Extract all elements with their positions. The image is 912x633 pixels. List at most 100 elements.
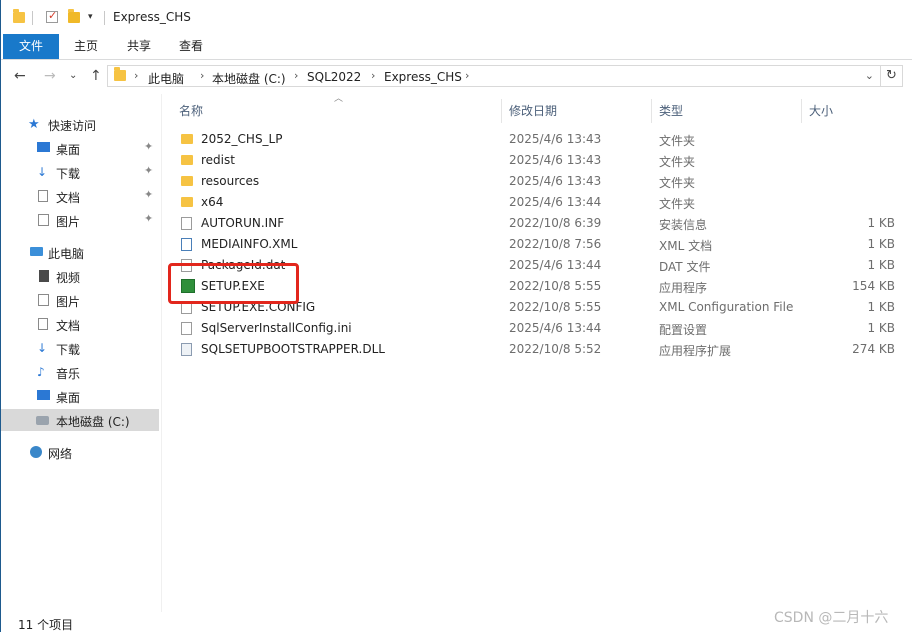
file-type: 应用程序 bbox=[659, 281, 708, 295]
properties-icon[interactable] bbox=[46, 9, 58, 25]
file-size: 154 KB bbox=[852, 279, 895, 293]
sidebar-item-label: 图片 bbox=[56, 215, 81, 229]
file-size: 1 KB bbox=[867, 216, 895, 230]
sidebar-item-network[interactable]: 网络 bbox=[1, 441, 159, 463]
file-row[interactable]: MEDIAINFO.XML 2022/10/8 7:56 XML 文档 1 KB bbox=[173, 234, 903, 255]
address-dropdown-icon[interactable]: ⌄ bbox=[865, 69, 874, 82]
tab-view[interactable]: 查看 bbox=[165, 34, 217, 59]
file-date: 2025/4/6 13:44 bbox=[509, 258, 602, 272]
file-size: 1 KB bbox=[867, 321, 895, 335]
file-name: 2052_CHS_LP bbox=[201, 132, 283, 146]
sidebar-item-label: 下载 bbox=[56, 167, 81, 181]
document-icon bbox=[38, 318, 48, 330]
breadcrumb-sql2022[interactable]: SQL2022 bbox=[307, 70, 361, 84]
watermark: CSDN @二月十六 bbox=[774, 610, 889, 626]
tab-file[interactable]: 文件 bbox=[3, 34, 59, 59]
file-row[interactable]: SqlServerInstallConfig.ini 2025/4/6 13:4… bbox=[173, 318, 903, 339]
sidebar-item-this-pc[interactable]: 此电脑 bbox=[1, 241, 159, 263]
sidebar-item-pictures[interactable]: 图片 ✦ bbox=[1, 209, 159, 231]
file-size: 274 KB bbox=[852, 342, 895, 356]
back-button[interactable]: ← bbox=[14, 68, 26, 84]
star-icon: ★ bbox=[28, 117, 40, 132]
file-row[interactable]: 2052_CHS_LP 2025/4/6 13:43 文件夹 bbox=[173, 129, 903, 150]
sidebar-item-downloads-pc[interactable]: ↓ 下载 bbox=[1, 337, 159, 359]
sidebar-item-documents[interactable]: 文档 ✦ bbox=[1, 185, 159, 207]
column-header-name[interactable]: 名称 bbox=[173, 99, 501, 123]
address-bar[interactable]: › 此电脑 › 本地磁盘 (C:) › SQL2022 › Express_CH… bbox=[107, 65, 881, 87]
file-row[interactable]: resources 2025/4/6 13:43 文件夹 bbox=[173, 171, 903, 192]
sidebar-item-label: 网络 bbox=[48, 447, 73, 461]
sidebar-item-local-disk[interactable]: 本地磁盘 (C:) bbox=[1, 409, 159, 431]
picture-icon bbox=[38, 294, 49, 306]
column-divider[interactable] bbox=[801, 99, 802, 123]
sidebar-item-quick-access[interactable]: ★ 快速访问 bbox=[1, 113, 159, 135]
folder-icon bbox=[181, 176, 193, 186]
sidebar-item-label: 音乐 bbox=[56, 367, 81, 381]
folder-icon bbox=[181, 134, 193, 144]
file-type: 安装信息 bbox=[659, 218, 708, 232]
folder-icon bbox=[181, 197, 193, 207]
sidebar-item-desktop-pc[interactable]: 桌面 bbox=[1, 385, 159, 407]
status-item-count: 11 个项目 bbox=[18, 618, 74, 632]
file-row[interactable]: AUTORUN.INF 2022/10/8 6:39 安装信息 1 KB bbox=[173, 213, 903, 234]
pin-icon[interactable]: ✦ bbox=[144, 164, 153, 177]
up-button[interactable]: ↑ bbox=[90, 68, 102, 84]
pane-divider[interactable] bbox=[161, 94, 162, 612]
file-type: 配置设置 bbox=[659, 323, 708, 337]
column-header-size[interactable]: 大小 bbox=[803, 99, 903, 123]
file-size: 1 KB bbox=[867, 258, 895, 272]
breadcrumb-separator[interactable]: › bbox=[465, 69, 469, 82]
breadcrumb-separator[interactable]: › bbox=[294, 69, 298, 82]
file-row[interactable]: redist 2025/4/6 13:43 文件夹 bbox=[173, 150, 903, 171]
file-name: SqlServerInstallConfig.ini bbox=[201, 321, 352, 335]
sidebar-item-documents-pc[interactable]: 文档 bbox=[1, 313, 159, 335]
column-divider[interactable] bbox=[651, 99, 652, 123]
file-date: 2025/4/6 13:43 bbox=[509, 153, 602, 167]
pin-icon[interactable]: ✦ bbox=[144, 188, 153, 201]
highlight-box bbox=[168, 263, 299, 304]
folder-icon bbox=[13, 8, 25, 25]
column-header-type[interactable]: 类型 bbox=[653, 99, 801, 123]
file-type: 文件夹 bbox=[659, 134, 696, 148]
pin-icon[interactable]: ✦ bbox=[144, 212, 153, 225]
sidebar-item-videos[interactable]: 视频 bbox=[1, 265, 159, 287]
breadcrumb-separator[interactable]: › bbox=[371, 69, 375, 82]
sidebar-item-downloads[interactable]: ↓ 下载 ✦ bbox=[1, 161, 159, 183]
sidebar-item-desktop[interactable]: 桌面 ✦ bbox=[1, 137, 159, 159]
forward-button[interactable]: → bbox=[44, 68, 56, 84]
breadcrumb-separator[interactable]: › bbox=[134, 69, 138, 82]
breadcrumb-separator[interactable]: › bbox=[200, 69, 204, 82]
folder-icon bbox=[114, 67, 126, 81]
file-size: 1 KB bbox=[867, 300, 895, 314]
download-icon: ↓ bbox=[37, 341, 48, 355]
file-type: DAT 文件 bbox=[659, 260, 711, 274]
drive-icon bbox=[36, 416, 49, 425]
tab-home[interactable]: 主页 bbox=[61, 34, 111, 59]
recent-locations-button[interactable]: ⌄ bbox=[69, 70, 77, 81]
setup-info-icon bbox=[181, 217, 192, 230]
file-row[interactable]: x64 2025/4/6 13:44 文件夹 bbox=[173, 192, 903, 213]
sidebar-item-label: 本地磁盘 (C:) bbox=[56, 415, 130, 429]
tab-share[interactable]: 共享 bbox=[113, 34, 165, 59]
new-folder-icon[interactable] bbox=[68, 8, 80, 25]
breadcrumb-local-disk[interactable]: 本地磁盘 (C:) bbox=[212, 70, 286, 87]
file-date: 2025/4/6 13:43 bbox=[509, 174, 602, 188]
window-title: Express_CHS bbox=[113, 10, 191, 24]
navigation-pane: ★ 快速访问 桌面 ✦ ↓ 下载 ✦ 文档 ✦ 图片 ✦ 此电脑 视频 图片 文… bbox=[1, 94, 161, 612]
sidebar-item-label: 此电脑 bbox=[48, 247, 85, 261]
refresh-button[interactable]: ↻ bbox=[881, 65, 903, 87]
file-date: 2025/4/6 13:44 bbox=[509, 321, 602, 335]
file-date: 2022/10/8 6:39 bbox=[509, 216, 602, 230]
breadcrumb-express-chs[interactable]: Express_CHS bbox=[384, 70, 462, 84]
file-type: 文件夹 bbox=[659, 155, 696, 169]
column-divider[interactable] bbox=[501, 99, 502, 123]
breadcrumb-this-pc[interactable]: 此电脑 bbox=[148, 70, 184, 87]
sidebar-item-pictures-pc[interactable]: 图片 bbox=[1, 289, 159, 311]
customize-toolbar-icon[interactable]: ▾ bbox=[88, 9, 93, 25]
file-type: XML 文档 bbox=[659, 239, 713, 253]
column-header-date[interactable]: 修改日期 bbox=[503, 99, 651, 123]
sidebar-item-music[interactable]: ♪ 音乐 bbox=[1, 361, 159, 383]
file-row[interactable]: SQLSETUPBOOTSTRAPPER.DLL 2022/10/8 5:52 … bbox=[173, 339, 903, 360]
folder-icon bbox=[181, 155, 193, 165]
pin-icon[interactable]: ✦ bbox=[144, 140, 153, 153]
